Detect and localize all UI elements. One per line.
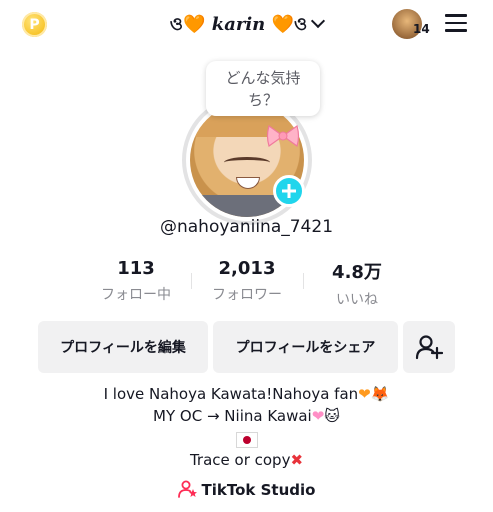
bow-icon: [266, 125, 300, 147]
share-profile-button[interactable]: プロフィールをシェア: [213, 321, 398, 373]
stat-followers[interactable]: 2,013 フォロワー: [192, 258, 302, 304]
mood-bubble[interactable]: どんな気持ち？: [206, 61, 320, 116]
plus-icon: [282, 184, 296, 198]
stat-label: フォロー中: [101, 287, 171, 303]
fox-icon: 🦊: [370, 385, 390, 403]
edit-profile-button[interactable]: プロフィールを編集: [38, 321, 208, 373]
stat-value: 4.8万: [332, 262, 382, 283]
friend-count-badge: 14: [413, 22, 430, 36]
chevron-down-icon: [311, 13, 326, 29]
username-suffix: 🧡ও: [265, 14, 308, 35]
add-friend-button[interactable]: [403, 321, 455, 373]
bio-line-3: [0, 430, 493, 448]
stat-following[interactable]: 113 フォロー中: [81, 258, 191, 304]
menu-icon[interactable]: [445, 14, 467, 32]
bio-line-2: MY OC → Niina Kawai❤🐱: [153, 407, 340, 425]
bio-line-1: I love Nahoya Kawata!Nahoya fan❤🦊: [103, 385, 390, 403]
add-story-button[interactable]: [273, 175, 305, 207]
stat-label: フォロワー: [212, 287, 282, 303]
bio-line-4: Trace or copy✖: [189, 451, 304, 469]
username-prefix: ও🧡: [169, 14, 212, 35]
cat-icon: 🐱: [324, 407, 340, 425]
tiktok-studio-link[interactable]: TikTok Studio: [0, 480, 493, 499]
add-user-icon: [415, 335, 443, 360]
orange-heart-icon: ❤: [358, 385, 371, 403]
stat-value: 2,013: [218, 258, 276, 279]
stat-likes[interactable]: 4.8万 いいね: [302, 258, 412, 309]
stat-label: いいね: [336, 292, 378, 308]
profile-handle: @nahoyaniina_7421: [159, 217, 334, 237]
account-username: karin: [211, 14, 266, 35]
cross-mark-icon: ✖: [290, 451, 304, 469]
japan-flag-icon: [235, 431, 258, 448]
pink-heart-icon: ❤: [311, 407, 325, 425]
stat-value: 113: [117, 258, 155, 279]
studio-icon: [177, 480, 197, 498]
